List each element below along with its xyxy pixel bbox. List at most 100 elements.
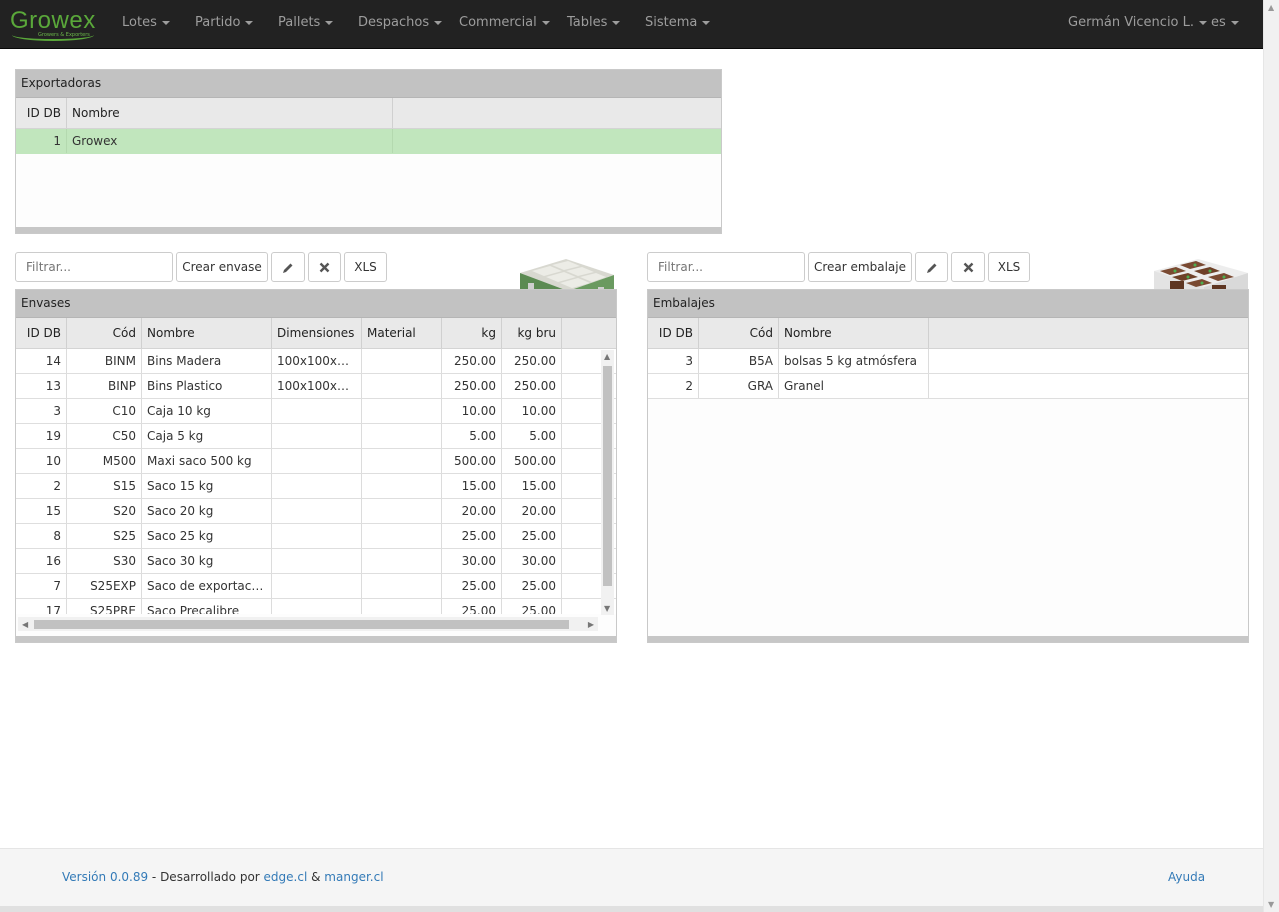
cell-material <box>362 524 442 548</box>
manger-link[interactable]: manger.cl <box>324 870 383 884</box>
col-dimensiones[interactable]: Dimensiones <box>272 318 362 348</box>
col-kg[interactable]: kg <box>442 318 502 348</box>
cell-dimensiones <box>272 424 362 448</box>
nav-partido[interactable]: Partido <box>195 0 254 48</box>
scrollbar-thumb[interactable] <box>603 366 612 586</box>
cell-kg-bru: 500.00 <box>502 449 562 473</box>
table-row[interactable]: 19 C50 Caja 5 kg 5.00 5.00 <box>16 424 616 449</box>
embalajes-filter-input[interactable] <box>647 252 805 282</box>
cell-nombre: bolsas 5 kg atmósfera <box>779 349 929 373</box>
cell-material <box>362 424 442 448</box>
col-id-db[interactable]: ID DB <box>16 318 67 348</box>
exportadoras-panel: Exportadoras ID DB Nombre 1 Growex <box>15 69 722 234</box>
col-nombre[interactable]: Nombre <box>779 318 929 348</box>
cell-nombre: Growex <box>67 129 393 153</box>
cell-kg: 20.00 <box>442 499 502 523</box>
table-row[interactable]: 15 S20 Saco 20 kg 20.00 20.00 <box>16 499 616 524</box>
nav-lotes[interactable]: Lotes <box>122 0 170 48</box>
cell-id: 8 <box>16 524 67 548</box>
nav-user-menu[interactable]: Germán Vicencio L. <box>1068 0 1208 48</box>
caret-down-icon <box>1199 20 1208 25</box>
cell-kg-bru: 25.00 <box>502 599 562 614</box>
table-row[interactable]: 2 S15 Saco 15 kg 15.00 15.00 <box>16 474 616 499</box>
table-row[interactable]: 1 Growex <box>16 129 721 154</box>
nav-language-menu[interactable]: es <box>1211 0 1239 48</box>
cell-nombre: Granel <box>779 374 929 398</box>
embalajes-title: Embalajes <box>648 290 1248 318</box>
cell-cod: GRA <box>699 374 779 398</box>
table-row[interactable]: 17 S25PRE Saco Precalibre 25.00 25.00 <box>16 599 616 614</box>
col-cod[interactable]: Cód <box>67 318 142 348</box>
cell-material <box>362 449 442 473</box>
cell-material <box>362 374 442 398</box>
cell-dimensiones <box>272 524 362 548</box>
cell-cod: M500 <box>67 449 142 473</box>
scroll-down-icon[interactable]: ▼ <box>604 604 610 613</box>
scroll-down-icon[interactable]: ▼ <box>1268 900 1274 909</box>
col-nombre[interactable]: Nombre <box>67 98 393 128</box>
col-cod[interactable]: Cód <box>699 318 779 348</box>
scroll-up-icon[interactable]: ▲ <box>604 352 610 361</box>
edge-link[interactable]: edge.cl <box>264 870 308 884</box>
nav-tables[interactable]: Tables <box>567 0 621 48</box>
col-nombre[interactable]: Nombre <box>142 318 272 348</box>
scrollbar-thumb[interactable] <box>34 620 569 629</box>
envases-horizontal-scrollbar[interactable]: ◀ ▶ <box>18 617 598 631</box>
table-row[interactable]: 3 C10 Caja 10 kg 10.00 10.00 <box>16 399 616 424</box>
table-row[interactable]: 16 S30 Saco 30 kg 30.00 30.00 <box>16 549 616 574</box>
help-link[interactable]: Ayuda <box>1168 870 1205 884</box>
cell-id: 13 <box>16 374 67 398</box>
table-row[interactable]: 14 BINM Bins Madera 100x100x120 250.00 2… <box>16 349 616 374</box>
cell-kg: 250.00 <box>442 349 502 373</box>
nav-pallets[interactable]: Pallets <box>278 0 334 48</box>
envases-filter-input[interactable] <box>15 252 173 282</box>
cell-material <box>362 499 442 523</box>
growex-logo[interactable]: Growex Growers & Exporters <box>10 5 100 43</box>
cell-nombre: Saco Precalibre <box>142 599 272 614</box>
col-id-db[interactable]: ID DB <box>648 318 699 348</box>
version-link[interactable]: Versión 0.0.89 <box>62 870 148 884</box>
delete-envase-button[interactable] <box>308 252 341 282</box>
scroll-up-icon[interactable]: ▲ <box>1268 3 1274 12</box>
table-row[interactable]: 7 S25EXP Saco de exportación... 25.00 25… <box>16 574 616 599</box>
envases-xls-button[interactable]: XLS <box>344 252 387 282</box>
cell-material <box>362 549 442 573</box>
create-embalaje-button[interactable]: Crear embalaje <box>808 252 912 282</box>
nav-commercial[interactable]: Commercial <box>459 0 550 48</box>
edit-embalaje-button[interactable] <box>915 252 948 282</box>
cell-kg: 500.00 <box>442 449 502 473</box>
table-row[interactable]: 10 M500 Maxi saco 500 kg 500.00 500.00 <box>16 449 616 474</box>
cell-nombre: Saco de exportación... <box>142 574 272 598</box>
caret-down-icon <box>702 20 711 25</box>
table-row[interactable]: 8 S25 Saco 25 kg 25.00 25.00 <box>16 524 616 549</box>
window-bottom-bar <box>0 906 1264 912</box>
pencil-icon <box>283 263 293 273</box>
cell-kg: 30.00 <box>442 549 502 573</box>
nav-sistema[interactable]: Sistema <box>645 0 711 48</box>
table-row[interactable]: 2 GRA Granel <box>648 374 1248 399</box>
envases-vertical-scrollbar[interactable]: ▲ ▼ <box>601 350 614 615</box>
col-material[interactable]: Material <box>362 318 442 348</box>
scroll-left-icon[interactable]: ◀ <box>22 620 28 629</box>
delete-embalaje-button[interactable] <box>951 252 985 282</box>
col-id-db[interactable]: ID DB <box>16 98 67 128</box>
cell-id: 14 <box>16 349 67 373</box>
embalajes-panel: Embalajes ID DB Cód Nombre 3 B5A bolsas … <box>647 289 1249 643</box>
cell-dimensiones <box>272 599 362 614</box>
col-kg-bru[interactable]: kg bru <box>502 318 562 348</box>
embalajes-xls-button[interactable]: XLS <box>988 252 1030 282</box>
caret-down-icon <box>245 20 254 25</box>
cell-cod: BINM <box>67 349 142 373</box>
nav-despachos[interactable]: Despachos <box>358 0 443 48</box>
envases-header: ID DB Cód Nombre Dimensiones Material kg… <box>16 318 616 349</box>
close-icon <box>963 262 973 273</box>
scroll-right-icon[interactable]: ▶ <box>588 620 594 629</box>
page-vertical-scrollbar[interactable]: ▲ ▼ <box>1263 0 1279 912</box>
table-row[interactable]: 3 B5A bolsas 5 kg atmósfera <box>648 349 1248 374</box>
caret-down-icon <box>541 20 550 25</box>
panel-footer-bar <box>16 227 721 233</box>
create-envase-button[interactable]: Crear envase <box>176 252 268 282</box>
table-row[interactable]: 13 BINP Bins Plastico 100x100x120 250.00… <box>16 374 616 399</box>
cell-id: 17 <box>16 599 67 614</box>
edit-envase-button[interactable] <box>271 252 305 282</box>
